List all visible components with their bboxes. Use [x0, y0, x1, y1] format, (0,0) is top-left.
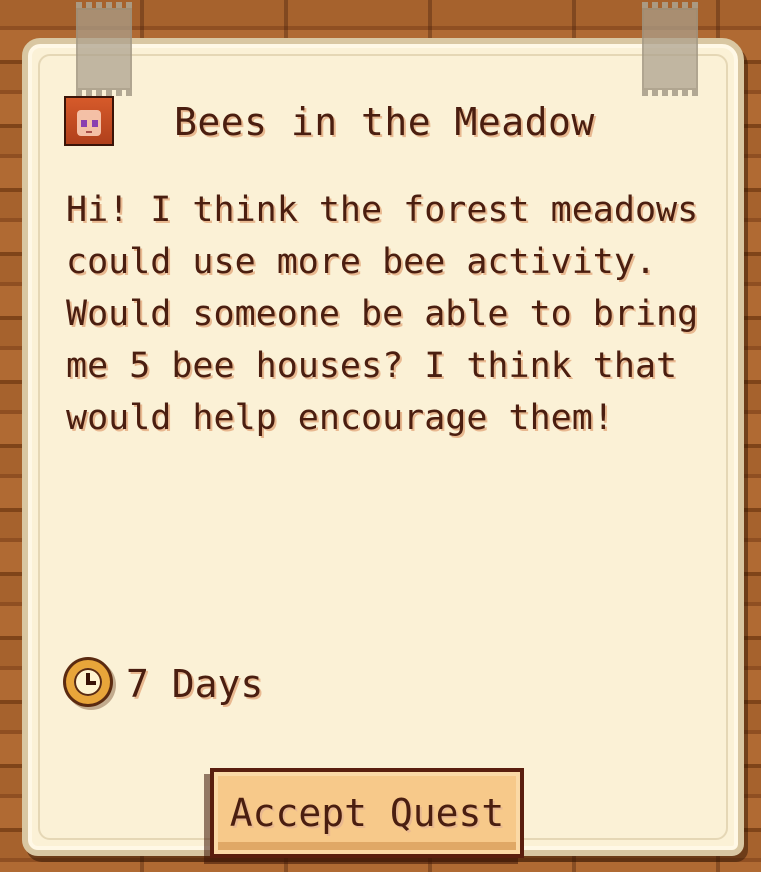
- days-remaining: 7 Days: [126, 662, 264, 706]
- clock-icon: [66, 660, 110, 704]
- note-inner-border: [38, 54, 728, 840]
- portrait-mouth: [86, 131, 92, 133]
- quest-description: Hi! I think the forest meadows could use…: [66, 190, 720, 438]
- tape-right: [642, 2, 698, 96]
- villager-portrait-icon: [66, 98, 112, 144]
- tape-left: [76, 2, 132, 96]
- quest-note: [22, 38, 744, 856]
- portrait-eye-left: [81, 120, 87, 127]
- portrait-eye-right: [92, 120, 98, 127]
- quest-title: Bees in the Meadow: [174, 100, 595, 144]
- accept-quest-button[interactable]: Accept Quest: [210, 768, 524, 858]
- clock-hand-hour: [86, 681, 96, 685]
